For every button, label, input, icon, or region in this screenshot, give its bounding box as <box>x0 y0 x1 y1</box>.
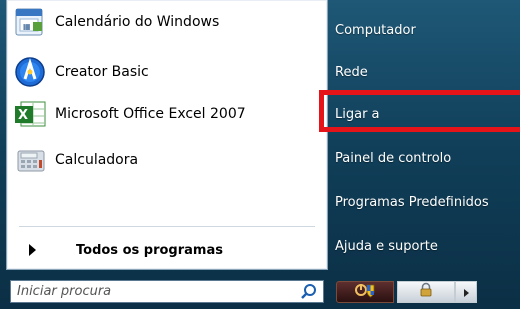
program-label: Microsoft Office Excel 2007 <box>55 106 246 122</box>
search-input[interactable] <box>15 281 299 302</box>
program-calendario[interactable]: ▦ Calendário do Windows <box>13 2 321 42</box>
power-controls <box>336 281 477 303</box>
program-label: Calendário do Windows <box>55 14 220 30</box>
calendar-icon: ▦ <box>13 5 47 39</box>
svg-text:▦: ▦ <box>23 22 31 31</box>
all-programs-label: Todos os programas <box>76 242 223 258</box>
calculator-icon <box>13 143 47 177</box>
program-label: Creator Basic <box>55 64 149 80</box>
lock-icon <box>418 282 434 302</box>
menu-item-label: Rede <box>335 64 368 80</box>
power-shield-icon <box>353 282 377 302</box>
lock-button[interactable] <box>397 281 455 303</box>
search-icon[interactable] <box>299 282 319 302</box>
highlight-box <box>319 90 520 132</box>
power-options-button[interactable] <box>455 281 477 303</box>
search-box <box>10 280 324 303</box>
creator-basic-icon <box>13 55 47 89</box>
svg-text:X: X <box>18 108 28 123</box>
all-programs-button[interactable]: Todos os programas <box>13 234 321 266</box>
programs-panel: ▦ Calendário do Windows Creator Basic X … <box>6 0 328 270</box>
separator <box>19 226 315 227</box>
program-excel[interactable]: X Microsoft Office Excel 2007 <box>13 94 321 134</box>
menu-item-computador[interactable]: Computador <box>335 12 515 48</box>
menu-item-label: Ajuda e suporte <box>335 238 438 254</box>
menu-item-painel-de-controlo[interactable]: Painel de controlo <box>335 140 515 176</box>
menu-item-rede[interactable]: Rede <box>335 54 515 90</box>
menu-item-programas-predefinidos[interactable]: Programas Predefinidos <box>335 184 515 220</box>
program-calculadora[interactable]: Calculadora <box>13 140 321 180</box>
program-creator-basic[interactable]: Creator Basic <box>13 52 321 92</box>
menu-item-label: Programas Predefinidos <box>335 194 489 210</box>
menu-item-label: Painel de controlo <box>335 150 452 166</box>
start-menu: ▦ Calendário do Windows Creator Basic X … <box>0 0 520 309</box>
triangle-right-icon <box>461 283 471 302</box>
menu-item-ajuda-e-suporte[interactable]: Ajuda e suporte <box>335 228 515 264</box>
excel-icon: X <box>13 97 47 131</box>
triangle-right-icon <box>29 244 36 256</box>
program-label: Calculadora <box>55 152 139 168</box>
shutdown-button[interactable] <box>336 281 394 303</box>
menu-item-label: Computador <box>335 22 416 38</box>
